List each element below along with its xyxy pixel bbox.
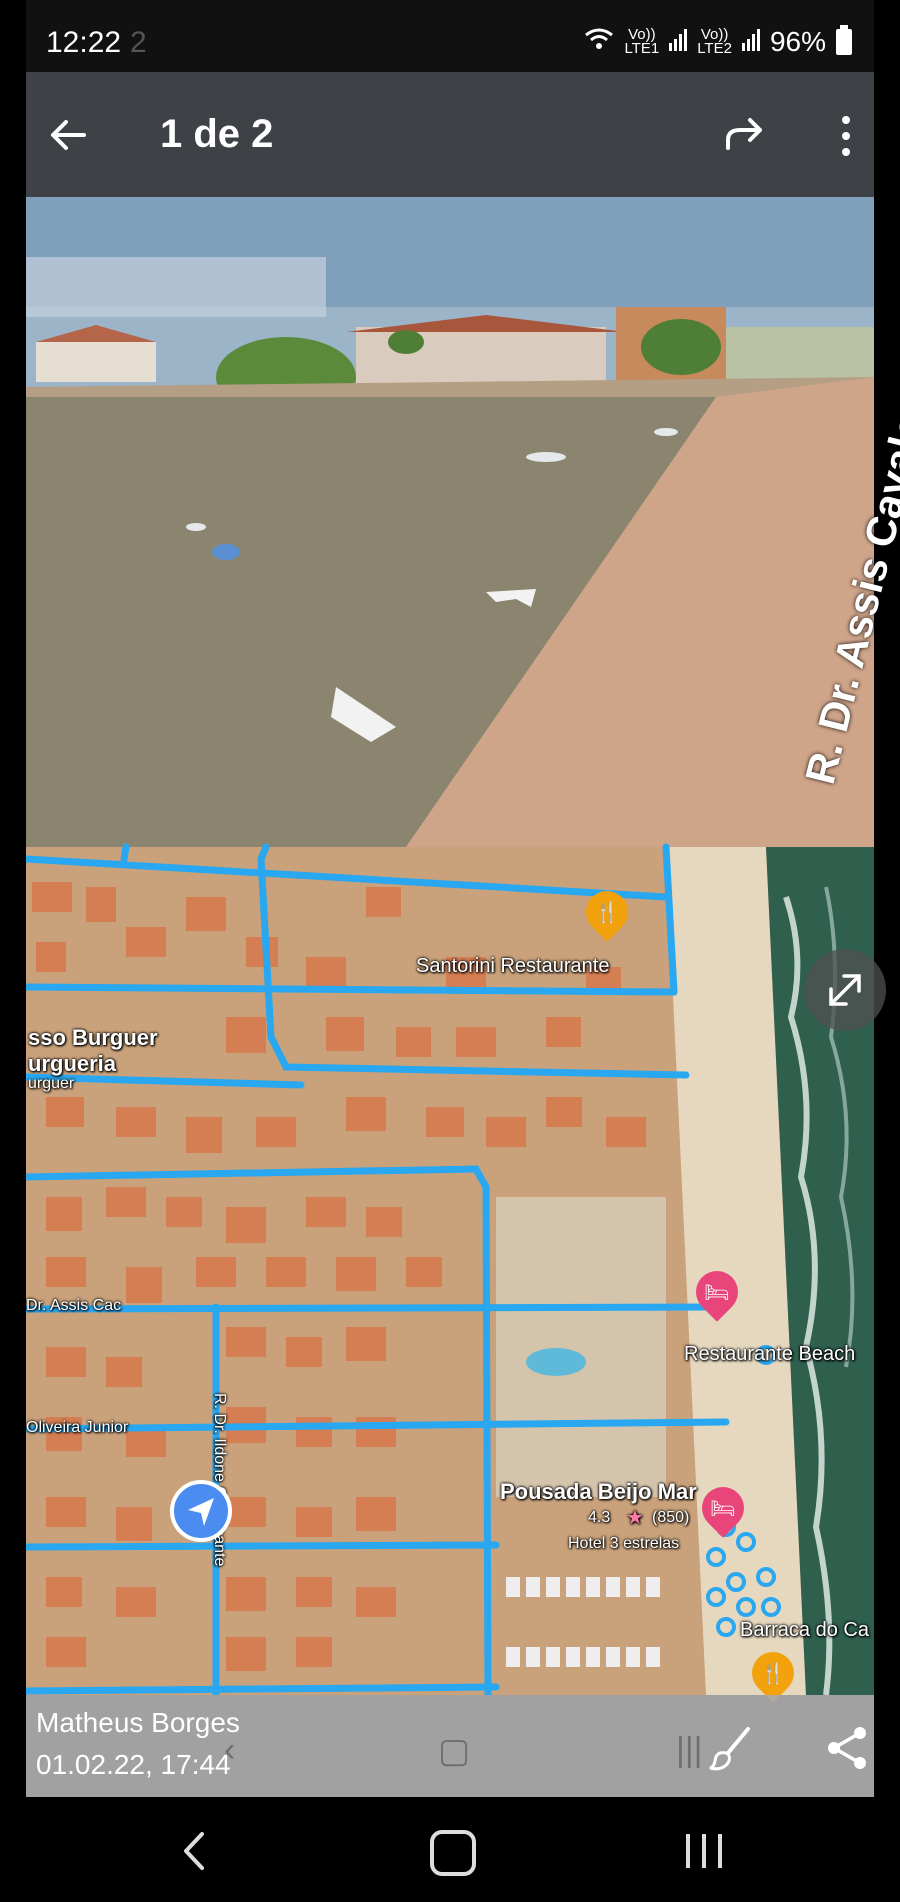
map-label-ildone: R. Dr. Ildone Cavalcante — [211, 1393, 228, 1567]
hotel-pin-icon-2[interactable]: 🛏 — [693, 1478, 753, 1538]
brush-edit-icon[interactable] — [706, 1723, 756, 1773]
status-bar: 12:22 2 Vo)) LTE1 Vo)) LTE2 96% — [26, 0, 874, 72]
nav-home-icon[interactable] — [430, 1830, 476, 1876]
share-icon[interactable] — [822, 1723, 872, 1773]
street-view-photo — [26, 197, 874, 847]
status-time: 12:22 — [46, 26, 122, 59]
star-icon: ★ — [626, 1507, 644, 1529]
status-icons: Vo)) LTE1 Vo)) LTE2 96% — [584, 25, 852, 58]
nav-back-icon[interactable] — [180, 1830, 210, 1872]
page-title: 1 de 2 — [160, 112, 274, 156]
shared-image[interactable]: R. Dr. Assis Cavalcante Santorini Restau… — [26, 197, 900, 1703]
network-2: Vo)) LTE2 — [697, 27, 732, 57]
network-1: Vo)) LTE1 — [624, 27, 660, 57]
map-label-barraca: Barraca do Ca — [740, 1619, 869, 1641]
app-bar: 1 de 2 — [26, 72, 874, 197]
restaurant-pin-icon[interactable]: 🍴 — [577, 882, 637, 942]
battery-percent: 96% — [769, 26, 826, 57]
image-canvas — [26, 197, 874, 1695]
battery-icon — [836, 25, 852, 55]
status-faded-text: 2 — [130, 26, 147, 59]
location-arrow-icon — [170, 1480, 232, 1542]
map-rating: 4.3 — [588, 1509, 611, 1526]
signal-icon — [669, 26, 688, 58]
system-nav-bar — [0, 1800, 900, 1902]
ghost-back-icon: ‹ — [224, 1731, 236, 1769]
more-options-icon[interactable] — [834, 112, 858, 162]
sent-date: 01.02.22, 17:44 — [36, 1749, 231, 1780]
sender-name: Matheus Borges — [36, 1707, 240, 1738]
map-reviews: (850) — [652, 1509, 690, 1526]
image-info-bar: Matheus Borges 01.02.22, 17:44 ‹ ▢ ||| — [26, 1695, 874, 1797]
map-label-hotel: Hotel 3 estrelas — [568, 1535, 680, 1552]
map-label-oliveira: Oliveira Junior — [26, 1419, 129, 1436]
back-arrow-icon[interactable] — [44, 110, 94, 160]
restaurant-pin-icon-2[interactable]: 🍴 — [743, 1643, 803, 1703]
map-label-burguer-3: urguer — [28, 1075, 75, 1092]
network-2-bottom: LTE2 — [697, 40, 732, 57]
forward-share-icon[interactable] — [720, 110, 770, 160]
nav-recent-apps-icon[interactable] — [684, 1830, 724, 1872]
map-label-restaurante-beach: Restaurante Beach — [684, 1343, 856, 1365]
map-label-pousada: Pousada Beijo Mar — [500, 1479, 697, 1504]
wifi-icon — [584, 26, 614, 58]
ghost-home-icon: ▢ — [438, 1732, 471, 1770]
map-label-burguer-2: urgueria — [28, 1051, 117, 1076]
network-1-bottom: LTE1 — [624, 40, 660, 57]
map-label-santorini: Santorini Restaurante — [416, 955, 610, 977]
map-label-assis: Dr. Assis Cac — [26, 1297, 122, 1314]
hotel-pin-icon[interactable]: 🛏 — [687, 1262, 747, 1322]
signal-icon-2 — [741, 26, 760, 58]
map-label-burguer-1: sso Burguer — [28, 1025, 158, 1050]
expand-icon[interactable] — [804, 949, 886, 1031]
ghost-recent-icon: ||| — [676, 1731, 703, 1769]
